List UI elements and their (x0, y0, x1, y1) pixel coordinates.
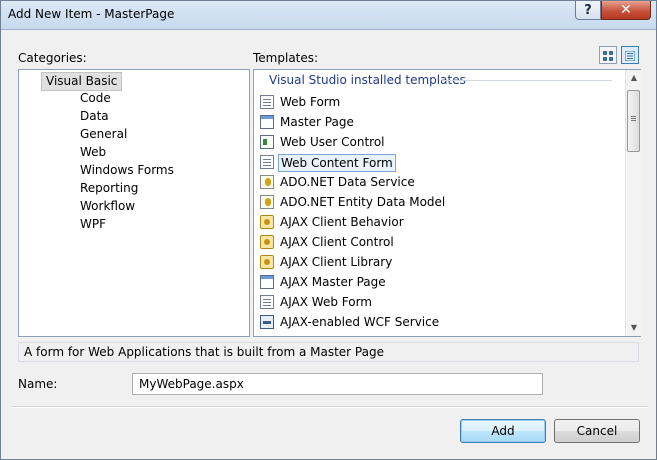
template-description: A form for Web Applications that is buil… (18, 342, 639, 362)
template-ajax-client-control[interactable]: AJAX Client Control (260, 233, 500, 251)
template-label: AJAX Master Page (280, 275, 386, 289)
template-label: Web User Control (280, 135, 385, 149)
cancel-button[interactable]: Cancel (554, 419, 640, 443)
large-icons-icon (603, 50, 613, 61)
template-label: Web Content Form (278, 154, 396, 172)
template-ajax-client-behavior[interactable]: AJAX Client Behavior (260, 213, 500, 231)
divider (11, 406, 648, 408)
add-button[interactable]: Add (460, 419, 546, 443)
ajax-master-page-icon (260, 275, 274, 289)
templates-group-header: Visual Studio installed templates (269, 73, 466, 87)
small-icons-view-button[interactable] (621, 46, 639, 64)
category-data[interactable]: Data (80, 108, 109, 124)
add-new-item-dialog: Add New Item - MasterPage ? ✕ Categories… (0, 0, 657, 460)
ajax-client-control-icon (260, 235, 274, 249)
help-button[interactable]: ? (575, 1, 601, 20)
template-ado-net-data-service[interactable]: ADO.NET Data Service (260, 173, 500, 191)
template-web-form[interactable]: Web Form (260, 93, 500, 111)
category-windows-forms[interactable]: Windows Forms (80, 162, 174, 178)
scroll-down-arrow-icon[interactable]: ▼ (626, 320, 642, 336)
template-label: Master Page (280, 115, 354, 129)
close-button[interactable]: ✕ (601, 1, 651, 20)
large-icons-view-button[interactable] (599, 46, 617, 64)
category-code[interactable]: Code (80, 90, 111, 106)
window-title: Add New Item - MasterPage (8, 7, 175, 21)
user-control-icon (260, 135, 274, 149)
category-general[interactable]: General (80, 126, 127, 142)
master-page-icon (260, 115, 274, 129)
template-label: AJAX-enabled WCF Service (280, 315, 440, 329)
name-input[interactable]: MyWebPage.aspx (132, 373, 543, 395)
wcf-service-icon (260, 315, 274, 329)
ajax-web-form-icon (260, 295, 274, 309)
template-ado-net-entity-data-model[interactable]: ADO.NET Entity Data Model (260, 193, 500, 211)
template-ajax-master-page[interactable]: AJAX Master Page (260, 273, 500, 291)
categories-tree[interactable]: Visual Basic Code Data General Web Windo… (18, 69, 250, 337)
templates-scrollbar[interactable]: ▲ ▼ (625, 70, 642, 336)
template-label: AJAX Client Control (280, 235, 394, 249)
category-visual-basic[interactable]: Visual Basic (41, 72, 123, 91)
ajax-client-behavior-icon (260, 215, 274, 229)
entity-data-model-icon (260, 195, 274, 209)
template-ajax-client-library[interactable]: AJAX Client Library (260, 253, 500, 271)
template-web-content-form[interactable]: Web Content Form (260, 153, 500, 172)
template-ajax-enabled-wcf-service[interactable]: AJAX-enabled WCF Service (260, 313, 500, 331)
category-reporting[interactable]: Reporting (80, 180, 138, 196)
category-wpf[interactable]: WPF (80, 216, 106, 232)
group-divider (442, 80, 612, 81)
category-web[interactable]: Web (80, 144, 106, 160)
web-content-form-icon (260, 155, 274, 169)
title-bar[interactable]: Add New Item - MasterPage ? ✕ (1, 1, 656, 30)
templates-label: Templates: (253, 51, 319, 65)
small-icons-icon (624, 50, 636, 62)
scroll-up-arrow-icon[interactable]: ▲ (626, 70, 642, 86)
ajax-client-library-icon (260, 255, 274, 269)
templates-list[interactable]: Visual Studio installed templates Web Fo… (253, 69, 642, 337)
template-label: ADO.NET Entity Data Model (280, 195, 446, 209)
template-label: AJAX Client Behavior (280, 215, 404, 229)
template-label: AJAX Client Library (280, 255, 393, 269)
scrollbar-thumb[interactable] (627, 90, 640, 152)
template-ajax-web-form[interactable]: AJAX Web Form (260, 293, 500, 311)
template-label: AJAX Web Form (280, 295, 372, 309)
categories-label: Categories: (18, 51, 87, 65)
web-form-icon (260, 95, 274, 109)
template-label: Web Form (280, 95, 341, 109)
template-label: ADO.NET Data Service (280, 175, 415, 189)
ado-data-service-icon (260, 175, 274, 189)
template-web-user-control[interactable]: Web User Control (260, 133, 500, 151)
name-label: Name: (18, 377, 58, 391)
category-workflow[interactable]: Workflow (80, 198, 135, 214)
template-master-page[interactable]: Master Page (260, 113, 500, 131)
